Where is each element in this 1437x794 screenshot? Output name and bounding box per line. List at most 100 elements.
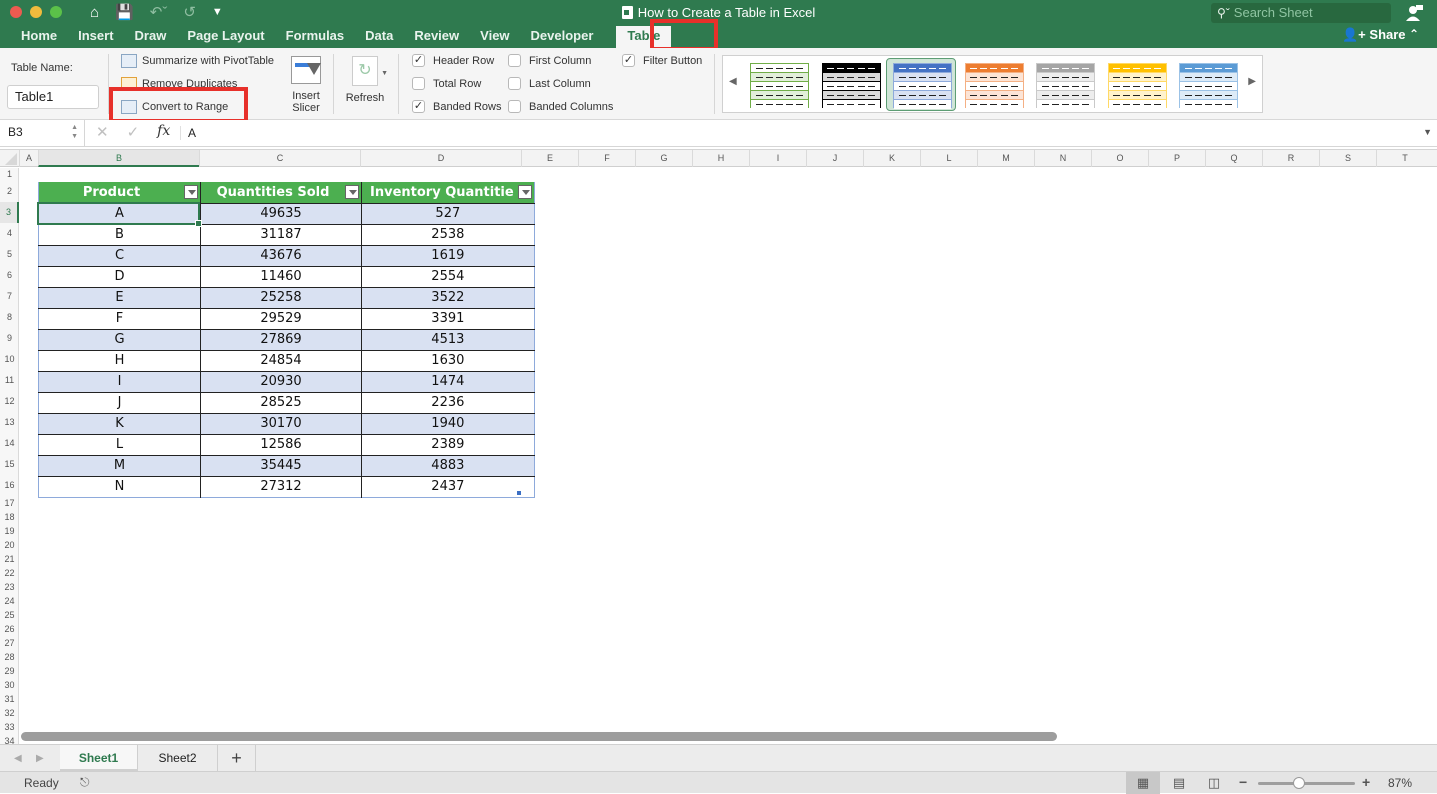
refresh-dropdown-icon[interactable]: ▼: [381, 68, 388, 80]
table-style-black[interactable]: [821, 63, 881, 109]
row-header-27[interactable]: 27: [0, 636, 19, 650]
row-header-1[interactable]: 1: [0, 168, 19, 181]
row-header-9[interactable]: 9: [0, 328, 19, 349]
filter-dropdown-icon[interactable]: [345, 185, 359, 199]
cell-inventory-quantities[interactable]: 2554: [361, 265, 535, 287]
row-header-24[interactable]: 24: [0, 594, 19, 608]
zoom-level[interactable]: 87%: [1388, 776, 1412, 790]
cell-product[interactable]: N: [38, 475, 201, 497]
zoom-slider[interactable]: [1258, 777, 1355, 789]
cell-quantities-sold[interactable]: 11460: [200, 265, 362, 287]
cell-quantities-sold[interactable]: 27312: [200, 475, 362, 497]
row-header-25[interactable]: 25: [0, 608, 19, 622]
row-header-16[interactable]: 16: [0, 475, 19, 496]
row-header-13[interactable]: 13: [0, 412, 19, 433]
row-header-6[interactable]: 6: [0, 265, 19, 286]
cancel-icon[interactable]: ✕: [96, 123, 109, 141]
row-header-8[interactable]: 8: [0, 307, 19, 328]
insert-slicer-button[interactable]: Insert Slicer: [287, 56, 325, 114]
cell-quantities-sold[interactable]: 25258: [200, 286, 362, 308]
cell-product[interactable]: K: [38, 412, 201, 434]
cell-product[interactable]: J: [38, 391, 201, 413]
checkbox-box[interactable]: [508, 54, 521, 67]
filter-dropdown-icon[interactable]: [517, 185, 532, 199]
search-sheet-input[interactable]: ⚲ˇ Search Sheet: [1211, 3, 1391, 23]
column-header-o[interactable]: O: [1091, 150, 1148, 167]
cell-quantities-sold[interactable]: 28525: [200, 391, 362, 413]
column-header-q[interactable]: Q: [1205, 150, 1262, 167]
tab-data[interactable]: Data: [365, 26, 393, 48]
confirm-icon[interactable]: ✓: [127, 123, 140, 141]
column-header-s[interactable]: S: [1319, 150, 1376, 167]
cell-inventory-quantities[interactable]: 1474: [361, 370, 535, 392]
expand-formula-bar-icon[interactable]: ▼: [1423, 127, 1432, 137]
name-box[interactable]: B3 ▲ ▼: [0, 120, 85, 146]
table-style-green-grid[interactable]: [750, 63, 809, 109]
cell-inventory-quantities[interactable]: 2437: [361, 475, 535, 497]
cell-inventory-quantities[interactable]: 1619: [361, 244, 535, 266]
sheet-tab-sheet1[interactable]: Sheet1: [60, 745, 138, 771]
checkbox-checked-icon[interactable]: ✓: [412, 54, 425, 67]
cell-quantities-sold[interactable]: 24854: [200, 349, 362, 371]
column-header-h[interactable]: H: [692, 150, 749, 167]
next-sheet-arrow-icon[interactable]: ▶: [36, 753, 44, 764]
table-style-blue-medium[interactable]: [893, 63, 952, 109]
total-row-checkbox[interactable]: Total Row: [412, 77, 481, 90]
table-style-orange-medium[interactable]: [964, 63, 1024, 109]
checkbox-box[interactable]: [508, 100, 521, 113]
zoom-slider-thumb[interactable]: [1292, 777, 1305, 789]
cell-quantities-sold[interactable]: 43676: [200, 244, 362, 266]
header-row-checkbox[interactable]: ✓ Header Row: [412, 54, 494, 67]
filter-dropdown-icon[interactable]: [184, 185, 198, 199]
column-header-e[interactable]: E: [521, 150, 578, 167]
column-header-d[interactable]: D: [360, 150, 521, 167]
first-column-checkbox[interactable]: First Column: [508, 54, 591, 67]
formula-input[interactable]: A: [180, 126, 196, 140]
sheet-tab-sheet2[interactable]: Sheet2: [138, 745, 218, 771]
cell-quantities-sold[interactable]: 20930: [200, 370, 362, 392]
column-header-t[interactable]: T: [1376, 150, 1433, 167]
normal-view-button[interactable]: ▦: [1126, 772, 1160, 794]
column-header-n[interactable]: N: [1034, 150, 1091, 167]
row-header-4[interactable]: 4: [0, 223, 19, 244]
row-header-20[interactable]: 20: [0, 538, 19, 552]
row-header-23[interactable]: 23: [0, 580, 19, 594]
checkbox-box[interactable]: [508, 77, 521, 90]
cell-product[interactable]: A: [38, 202, 201, 224]
table-style-gold-medium[interactable]: [1107, 63, 1167, 109]
cell-product[interactable]: D: [38, 265, 201, 287]
row-header-22[interactable]: 22: [0, 566, 19, 580]
accessibility-icon[interactable]: ⎋: [80, 775, 90, 790]
cell-product[interactable]: F: [38, 307, 201, 329]
share-button[interactable]: 👤+ Share: [1342, 27, 1406, 43]
row-header-19[interactable]: 19: [0, 524, 19, 538]
page-layout-view-button[interactable]: ▤: [1162, 772, 1196, 794]
cell-inventory-quantities[interactable]: 2236: [361, 391, 535, 413]
cell-product[interactable]: C: [38, 244, 201, 266]
cell-inventory-quantities[interactable]: 4883: [361, 454, 535, 476]
row-header-14[interactable]: 14: [0, 433, 19, 454]
column-header-a[interactable]: A: [19, 150, 38, 167]
horizontal-scrollbar[interactable]: [21, 732, 1057, 741]
table-resize-handle[interactable]: [517, 491, 521, 495]
column-header-r[interactable]: R: [1262, 150, 1319, 167]
cell-inventory-quantities[interactable]: 2389: [361, 433, 535, 455]
cell-product[interactable]: E: [38, 286, 201, 308]
add-sheet-button[interactable]: +: [218, 745, 256, 771]
cell-product[interactable]: I: [38, 370, 201, 392]
cell-inventory-quantities[interactable]: 3522: [361, 286, 535, 308]
filter-button-checkbox[interactable]: ✓ Filter Button: [622, 54, 702, 67]
row-header-7[interactable]: 7: [0, 286, 19, 307]
checkbox-box[interactable]: [412, 77, 425, 90]
cell-inventory-quantities[interactable]: 2538: [361, 223, 535, 245]
tab-formulas[interactable]: Formulas: [286, 26, 345, 48]
cell-quantities-sold[interactable]: 31187: [200, 223, 362, 245]
row-header-17[interactable]: 17: [0, 496, 19, 510]
convert-to-range-button[interactable]: Convert to Range: [121, 100, 228, 114]
row-header-11[interactable]: 11: [0, 370, 19, 391]
banded-rows-checkbox[interactable]: ✓ Banded Rows: [412, 100, 502, 113]
column-header-c[interactable]: C: [199, 150, 360, 167]
tab-home[interactable]: Home: [21, 26, 57, 48]
tab-review[interactable]: Review: [414, 26, 459, 48]
cell-quantities-sold[interactable]: 35445: [200, 454, 362, 476]
